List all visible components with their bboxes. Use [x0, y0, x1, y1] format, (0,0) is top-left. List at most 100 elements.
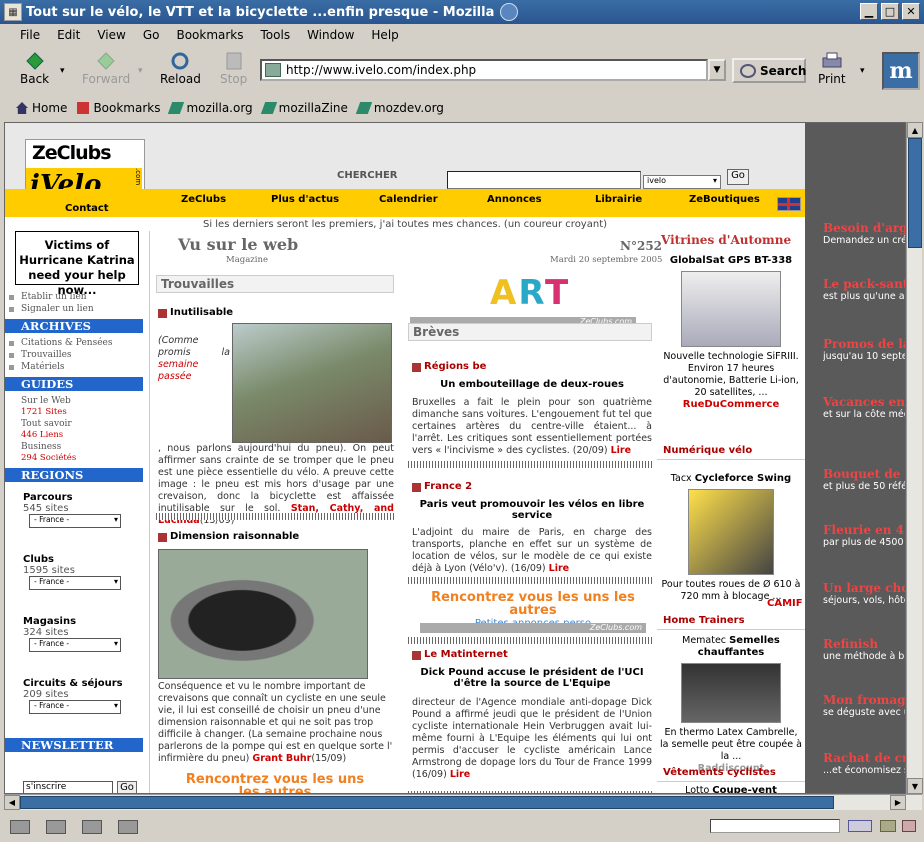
- category-link[interactable]: Vêtements cyclistes: [663, 767, 776, 778]
- ad-item[interactable]: Mon fromagese déguste avec u Laguiole.: [823, 693, 905, 719]
- security-lock-icon[interactable]: [902, 820, 916, 832]
- search-button[interactable]: Search: [732, 58, 806, 83]
- menu-bookmarks[interactable]: Bookmarks: [176, 28, 243, 42]
- guide-tout-savoir[interactable]: Tout savoir: [5, 418, 147, 430]
- archive-citations[interactable]: Citations & Pensées: [5, 337, 147, 349]
- mail-icon[interactable]: [46, 820, 66, 834]
- minimize-button[interactable]: ▁: [860, 3, 878, 20]
- app-icon[interactable]: ▦: [4, 3, 22, 21]
- online-status-icon[interactable]: [848, 820, 872, 832]
- product-gps[interactable]: GlobalSat GPS BT-338 Nouvelle technologi…: [659, 255, 803, 411]
- breve-title[interactable]: Paris veut promouvoir les vélos en libre…: [412, 499, 652, 521]
- bookmark-mozilla-org[interactable]: mozilla.org: [168, 101, 253, 115]
- vertical-scroll-thumb[interactable]: [908, 138, 922, 248]
- menu-file[interactable]: File: [20, 28, 40, 42]
- ad-item[interactable]: Rachat de cré...et économisez su rembour…: [823, 751, 905, 777]
- archive-trouvailles[interactable]: Trouvailles: [5, 349, 147, 361]
- breve-source[interactable]: Régions be: [412, 361, 486, 372]
- menu-help[interactable]: Help: [371, 28, 398, 42]
- newsletter-input[interactable]: s'inscrire: [23, 781, 113, 793]
- stop-button[interactable]: Stop: [220, 52, 247, 86]
- archive-materiels[interactable]: Matériels: [5, 361, 147, 373]
- url-text[interactable]: http://www.ivelo.com/index.php: [286, 63, 476, 77]
- bookmark-mozdev[interactable]: mozdev.org: [355, 101, 444, 115]
- close-button[interactable]: ✕: [902, 3, 920, 20]
- forward-dropdown-icon[interactable]: ▾: [138, 66, 143, 76]
- ad-item[interactable]: Vacances en Espagneet sur la côte médite…: [823, 395, 905, 421]
- ad-item[interactable]: Besoin d'argeDemandez un créd 21500 €.: [823, 221, 905, 247]
- region-select[interactable]: - France -: [29, 638, 121, 652]
- cookie-icon[interactable]: [880, 820, 896, 832]
- region-name[interactable]: Magasins: [23, 616, 76, 627]
- breve-title[interactable]: Dick Pound accuse le président de l'UCI …: [412, 667, 652, 689]
- bookmark-mozillazine[interactable]: mozillaZine: [260, 101, 348, 115]
- menu-window[interactable]: Window: [307, 28, 354, 42]
- scroll-left-icon[interactable]: ◀: [4, 795, 20, 810]
- ad-item[interactable]: Le pack-santé animalest plus qu'une ass: [823, 277, 905, 303]
- region-select[interactable]: - France -: [29, 576, 121, 590]
- tab-annonces[interactable]: Annonces: [487, 194, 542, 205]
- ad-item[interactable]: Promos de lajusqu'au 10 septem découvrir…: [823, 337, 905, 363]
- region-select[interactable]: - France -: [29, 700, 121, 714]
- article-title[interactable]: Inutilisable: [158, 307, 233, 318]
- ad-item[interactable]: Bouquet de 10et plus de 50 référ bouquet…: [823, 467, 905, 493]
- site-search-input[interactable]: [447, 171, 641, 189]
- site-search-go-button[interactable]: Go: [727, 169, 749, 185]
- back-dropdown-icon[interactable]: ▾: [60, 66, 65, 76]
- reload-button[interactable]: Reload: [160, 52, 201, 86]
- read-more-link[interactable]: Lire: [611, 445, 631, 456]
- addressbook-icon[interactable]: [118, 820, 138, 834]
- product-trainer[interactable]: Tacx Cycleforce Swing Pour toutes roues …: [659, 473, 803, 603]
- url-bar[interactable]: http://www.ivelo.com/index.php: [260, 59, 708, 81]
- tab-zeboutiques[interactable]: ZeBoutiques: [689, 194, 760, 205]
- composer-icon[interactable]: [82, 820, 102, 834]
- contact-link[interactable]: Contact: [65, 203, 109, 214]
- back-button[interactable]: Back: [20, 52, 49, 86]
- breve-source[interactable]: France 2: [412, 481, 472, 492]
- mozilla-logo-icon[interactable]: m: [882, 52, 920, 90]
- article-title[interactable]: Dimension raisonnable: [158, 531, 299, 542]
- menu-view[interactable]: View: [97, 28, 125, 42]
- read-more-link[interactable]: Lire: [450, 769, 470, 780]
- article-link[interactable]: semaine passée: [158, 359, 198, 382]
- scroll-down-icon[interactable]: ▼: [907, 778, 923, 794]
- hurricane-banner[interactable]: Victims of Hurricane Katrina need your h…: [15, 231, 139, 297]
- category-link[interactable]: Home Trainers: [663, 615, 745, 626]
- category-link[interactable]: Numérique vélo: [663, 445, 752, 456]
- forward-button[interactable]: Forward: [82, 52, 130, 86]
- guide-business[interactable]: Business: [5, 441, 147, 453]
- menu-edit[interactable]: Edit: [57, 28, 80, 42]
- region-name[interactable]: Parcours: [23, 492, 73, 503]
- breve-source[interactable]: Le Matinternet: [412, 649, 508, 660]
- scroll-up-icon[interactable]: ▲: [907, 122, 923, 138]
- guide-sur-le-web[interactable]: Sur le Web: [5, 395, 147, 407]
- region-name[interactable]: Circuits & séjours: [23, 678, 123, 689]
- scroll-right-icon[interactable]: ▶: [890, 795, 906, 810]
- region-name[interactable]: Clubs: [23, 554, 54, 565]
- rencontres-banner[interactable]: Rencontrez vous les uns les autres: [180, 773, 370, 793]
- ad-item[interactable]: Un large choiséjours, vols, hôte locatio…: [823, 581, 905, 607]
- site-search-select[interactable]: ivelo ▾: [643, 175, 721, 189]
- region-select[interactable]: - France -: [29, 514, 121, 528]
- tab-zeclubs[interactable]: ZeClubs: [181, 194, 226, 205]
- newsletter-go-button[interactable]: Go: [117, 781, 137, 793]
- horizontal-scrollbar[interactable]: ◀ ▶: [4, 794, 922, 810]
- ad-item[interactable]: Fleurie en 4par plus de 4500 a en France…: [823, 523, 905, 549]
- navigator-icon[interactable]: [10, 820, 30, 834]
- print-dropdown-icon[interactable]: ▾: [860, 66, 865, 76]
- vertical-scrollbar[interactable]: ▲ ▼: [906, 122, 923, 794]
- ad-item[interactable]: Refinishune méthode à bas micro-dermabra…: [823, 637, 905, 663]
- uk-flag-icon[interactable]: [777, 197, 801, 211]
- link-etablir[interactable]: Etablir un lien: [5, 291, 147, 303]
- bookmark-home[interactable]: Home: [16, 101, 67, 115]
- read-more-link[interactable]: Lire: [549, 563, 569, 574]
- product-insoles[interactable]: Mematec Semelles chauffantes En thermo L…: [659, 635, 803, 775]
- product-windbreaker[interactable]: Lotto Coupe-vent: [659, 785, 803, 793]
- product-shop[interactable]: CAMIF: [767, 598, 803, 609]
- link-signaler[interactable]: Signaler un lien: [5, 303, 147, 315]
- bookmark-bookmarks[interactable]: Bookmarks: [77, 101, 160, 115]
- product-shop[interactable]: RueDuCommerce: [659, 399, 803, 411]
- tab-plus-actus[interactable]: Plus d'actus: [271, 194, 339, 205]
- maximize-button[interactable]: □: [881, 3, 899, 20]
- url-dropdown-icon[interactable]: ▼: [708, 59, 726, 81]
